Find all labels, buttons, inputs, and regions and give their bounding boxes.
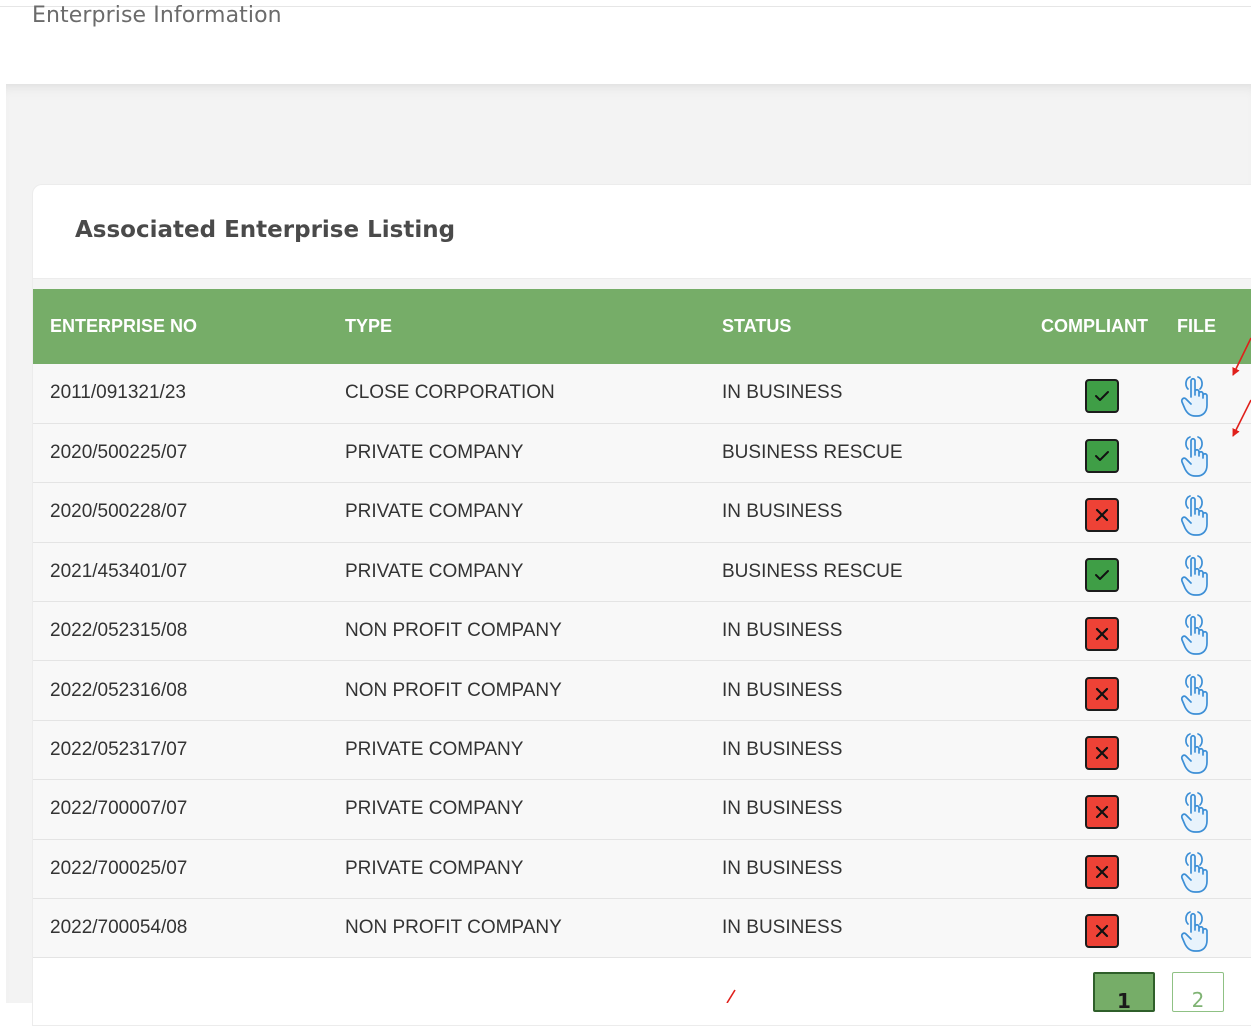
table-row[interactable]: 2021/453401/07 PRIVATE COMPANY BUSINESS …: [33, 542, 1251, 602]
page-button-1[interactable]: 1: [1093, 972, 1155, 1013]
column-header-type[interactable]: TYPE: [345, 289, 722, 364]
enterprise-table-wrapper: ENTERPRISE NO TYPE STATUS COMPLIANT FILE…: [33, 289, 1251, 958]
cell-compliant: [1034, 720, 1169, 779]
top-bar: Enterprise Information: [0, 0, 1251, 84]
cell-status: IN BUSINESS: [722, 679, 843, 701]
cell-enterprise-no: 2022/052316/08: [50, 679, 188, 701]
cell-type: PRIVATE COMPANY: [345, 560, 524, 582]
cell-enterprise-no: 2020/500228/07: [50, 501, 188, 523]
cell-enterprise-no: 2022/052317/07: [50, 739, 188, 761]
table-row[interactable]: 2022/700025/07 PRIVATE COMPANY IN BUSINE…: [33, 839, 1251, 899]
cell-type: NON PROFIT COMPANY: [345, 917, 562, 939]
check-icon: [1084, 557, 1119, 592]
cell-type: PRIVATE COMPANY: [345, 739, 524, 761]
cell-type: CLOSE CORPORATION: [345, 382, 555, 404]
x-icon: [1084, 736, 1119, 771]
cell-compliant: [1034, 423, 1169, 482]
table-row[interactable]: 2022/052317/07 PRIVATE COMPANY IN BUSINE…: [33, 720, 1251, 780]
cell-compliant: [1034, 364, 1169, 423]
card-gap: [33, 279, 1251, 289]
cell-status: IN BUSINESS: [722, 917, 843, 939]
table-row[interactable]: 2020/500225/07 PRIVATE COMPANY BUSINESS …: [33, 423, 1251, 483]
page-title: Enterprise Information: [32, 3, 282, 28]
x-icon: [1084, 854, 1119, 889]
cell-status: IN BUSINESS: [722, 798, 843, 820]
table-row[interactable]: 2020/500228/07 PRIVATE COMPANY IN BUSINE…: [33, 482, 1251, 543]
column-header-enterprise-no[interactable]: ENTERPRISE NO: [33, 289, 345, 364]
cell-status: IN BUSINESS: [722, 620, 843, 642]
cell-file: [1169, 602, 1251, 661]
hand-pointer-icon[interactable]: [1176, 490, 1216, 538]
x-icon: [1084, 676, 1119, 711]
cell-enterprise-no: 2022/052315/08: [50, 620, 188, 642]
cell-compliant: [1034, 542, 1169, 601]
cell-type: NON PROFIT COMPANY: [345, 620, 562, 642]
hand-pointer-icon[interactable]: [1176, 787, 1216, 835]
check-icon: [1084, 379, 1119, 414]
cell-file: [1169, 780, 1251, 839]
x-icon: [1084, 617, 1119, 652]
enterprise-table: ENTERPRISE NO TYPE STATUS COMPLIANT FILE…: [33, 289, 1251, 958]
cell-file: [1169, 483, 1251, 542]
table-header: ENTERPRISE NO TYPE STATUS COMPLIANT FILE: [33, 289, 1251, 364]
cell-file: [1169, 542, 1251, 601]
enterprise-listing-card: Associated Enterprise Listing ENTERPRISE…: [32, 184, 1251, 1026]
cell-type: PRIVATE COMPANY: [345, 798, 524, 820]
cell-type: NON PROFIT COMPANY: [345, 679, 562, 701]
x-icon: [1084, 795, 1119, 830]
column-header-status[interactable]: STATUS: [722, 289, 1034, 364]
x-icon: [1084, 498, 1119, 533]
cell-compliant: [1034, 899, 1169, 958]
cell-type: PRIVATE COMPANY: [345, 501, 524, 523]
cell-compliant: [1034, 839, 1169, 898]
cell-enterprise-no: 2020/500225/07: [50, 442, 188, 464]
cell-enterprise-no: 2011/091321/23: [50, 382, 186, 404]
card-header: Associated Enterprise Listing: [33, 185, 1251, 279]
table-row[interactable]: 2022/700007/07 PRIVATE COMPANY IN BUSINE…: [33, 779, 1251, 840]
hand-pointer-icon[interactable]: [1176, 371, 1216, 419]
cell-enterprise-no: 2022/700007/07: [50, 798, 188, 820]
hand-pointer-icon[interactable]: [1176, 550, 1216, 598]
hand-pointer-icon[interactable]: [1176, 669, 1216, 717]
cell-compliant: [1034, 780, 1169, 839]
cell-compliant: [1034, 661, 1169, 720]
cell-compliant: [1034, 602, 1169, 661]
hand-pointer-icon[interactable]: [1176, 847, 1216, 895]
cell-file: [1169, 423, 1251, 482]
check-icon: [1084, 439, 1119, 474]
hand-pointer-icon[interactable]: [1176, 906, 1216, 954]
cell-enterprise-no: 2022/700025/07: [50, 857, 188, 879]
card-title: Associated Enterprise Listing: [75, 217, 456, 243]
cell-status: IN BUSINESS: [722, 501, 843, 523]
cell-status: IN BUSINESS: [722, 739, 843, 761]
column-header-file[interactable]: FILE: [1169, 289, 1251, 364]
cell-file: [1169, 899, 1251, 958]
cell-status: IN BUSINESS: [722, 857, 843, 879]
cell-file: [1169, 839, 1251, 898]
x-icon: [1084, 914, 1119, 949]
cell-file: [1169, 720, 1251, 779]
cell-status: BUSINESS RESCUE: [722, 442, 903, 464]
column-header-compliant[interactable]: COMPLIANT: [1034, 289, 1169, 364]
cell-status: IN BUSINESS: [722, 382, 843, 404]
hand-pointer-icon[interactable]: [1176, 728, 1216, 776]
hand-pointer-icon[interactable]: [1176, 609, 1216, 657]
cell-enterprise-no: 2022/700054/08: [50, 917, 188, 939]
cell-compliant: [1034, 483, 1169, 542]
cell-file: [1169, 661, 1251, 720]
table-row[interactable]: 2022/052316/08 NON PROFIT COMPANY IN BUS…: [33, 660, 1251, 721]
cell-type: PRIVATE COMPANY: [345, 442, 524, 464]
table-body: 2011/091321/23 CLOSE CORPORATION IN BUSI…: [33, 364, 1251, 958]
page-button-2[interactable]: 2: [1172, 972, 1224, 1012]
cell-status: BUSINESS RESCUE: [722, 560, 903, 582]
table-row[interactable]: 2022/052315/08 NON PROFIT COMPANY IN BUS…: [33, 601, 1251, 661]
table-header-row: ENTERPRISE NO TYPE STATUS COMPLIANT FILE: [33, 289, 1251, 364]
cell-type: PRIVATE COMPANY: [345, 857, 524, 879]
hand-pointer-icon[interactable]: [1176, 431, 1216, 479]
table-row[interactable]: 2022/700054/08 NON PROFIT COMPANY IN BUS…: [33, 898, 1251, 958]
cell-enterprise-no: 2021/453401/07: [50, 560, 188, 582]
cell-file: [1169, 364, 1251, 423]
table-row[interactable]: 2011/091321/23 CLOSE CORPORATION IN BUSI…: [33, 364, 1251, 424]
